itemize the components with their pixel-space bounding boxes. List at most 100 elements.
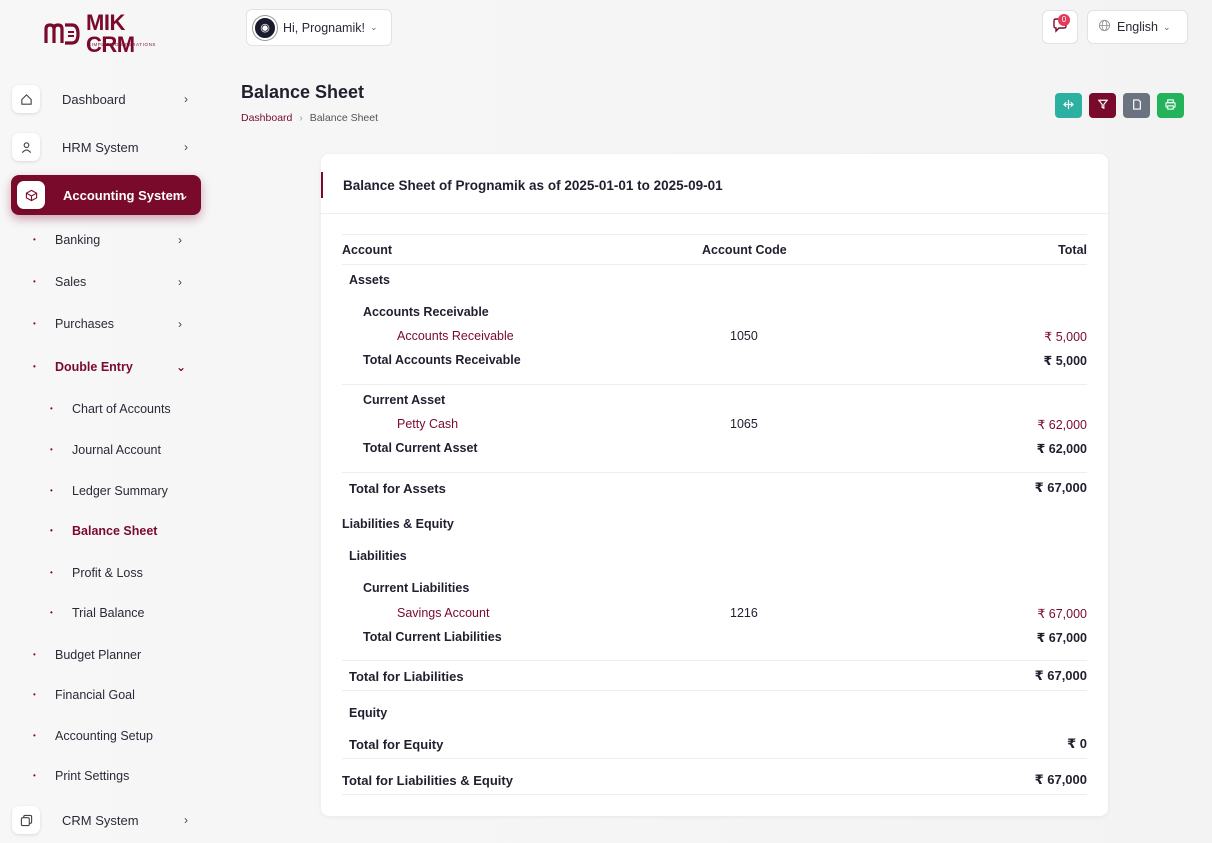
bullet-icon: • xyxy=(50,445,53,454)
sidebar-item-accounting-setup[interactable]: • Accounting Setup xyxy=(33,729,153,743)
sidebar-item-banking[interactable]: • Banking › xyxy=(33,233,193,247)
bullet-icon: • xyxy=(50,608,53,617)
balance-sheet-card: Balance Sheet of Prognamik as of 2025-01… xyxy=(321,154,1108,816)
group-row: Current Asset xyxy=(342,388,1087,412)
filter-button[interactable] xyxy=(1089,93,1116,118)
account-total: ₹ 67,000 xyxy=(1037,606,1087,621)
group-row: Current Liabilities xyxy=(342,576,1087,600)
chevron-right-icon: › xyxy=(178,275,182,289)
avatar: ◉ xyxy=(253,15,277,40)
sidebar-item-ledger-summary[interactable]: • Ledger Summary xyxy=(50,484,168,498)
bullet-icon: • xyxy=(33,362,36,371)
sidebar-item-crm[interactable]: CRM System › xyxy=(12,802,202,838)
accent-bar xyxy=(321,172,323,198)
print-button[interactable] xyxy=(1157,93,1184,118)
sidebar-item-dashboard[interactable]: Dashboard › xyxy=(12,81,202,117)
row-label: Current Liabilities xyxy=(363,581,470,595)
account-total: ₹ 5,000 xyxy=(1044,329,1087,344)
language-selector[interactable]: English ⌄ xyxy=(1087,10,1188,44)
table-row[interactable]: Savings Account 1216 ₹ 67,000 xyxy=(342,601,1087,625)
account-link[interactable]: Petty Cash xyxy=(397,417,458,431)
row-total: ₹ 62,000 xyxy=(1036,441,1087,456)
breadcrumb-current: Balance Sheet xyxy=(309,112,379,124)
bullet-icon: • xyxy=(50,526,53,535)
row-label: Accounts Receivable xyxy=(363,305,489,319)
bullet-icon: • xyxy=(33,319,36,328)
section-row: Liabilities & Equity xyxy=(342,512,1087,536)
sidebar-item-journal-account[interactable]: • Journal Account xyxy=(50,443,161,457)
sidebar: MIK CRM SIMPLIFIED OPERATIONS SIMPLIFIED… xyxy=(0,0,214,843)
subtotal-row: Total Accounts Receivable ₹ 5,000 xyxy=(342,348,1087,372)
sidebar-item-purchases[interactable]: • Purchases › xyxy=(33,317,193,331)
bullet-icon: • xyxy=(33,690,36,699)
total-row: Total for Assets ₹ 67,000 xyxy=(342,476,1087,500)
sidebar-item-profit-loss[interactable]: • Profit & Loss xyxy=(50,566,143,580)
sidebar-item-financial-goal[interactable]: • Financial Goal xyxy=(33,688,135,702)
sidebar-item-hrm[interactable]: HRM System › xyxy=(12,129,202,165)
row-total: ₹ 67,000 xyxy=(1034,480,1087,495)
sidebar-item-label: Chart of Accounts xyxy=(72,402,171,416)
sidebar-item-double-entry[interactable]: • Double Entry ⌄ xyxy=(33,360,193,374)
row-total: ₹ 67,000 xyxy=(1036,630,1087,645)
sidebar-item-label: Profit & Loss xyxy=(72,566,143,580)
section-row: Liabilities xyxy=(342,544,1087,568)
bullet-icon: • xyxy=(33,731,36,740)
notifications-button[interactable]: 0 xyxy=(1042,10,1078,44)
file-icon xyxy=(1132,98,1142,113)
breadcrumb-dashboard[interactable]: Dashboard xyxy=(241,112,292,124)
sidebar-item-label: Print Settings xyxy=(55,769,130,783)
language-label: English xyxy=(1117,20,1158,34)
row-total: ₹ 0 xyxy=(1067,736,1087,751)
sidebar-item-label: Budget Planner xyxy=(55,648,142,662)
page-title: Balance Sheet xyxy=(241,82,365,102)
sidebar-item-budget-planner[interactable]: • Budget Planner xyxy=(33,648,141,662)
sidebar-item-label: Ledger Summary xyxy=(72,484,168,498)
bullet-icon: • xyxy=(33,650,36,659)
chevron-down-icon: ⌄ xyxy=(1163,21,1171,32)
globe-icon xyxy=(1098,19,1111,35)
bullet-icon: • xyxy=(50,486,53,495)
user-greeting: Hi, Prognamik! xyxy=(283,20,365,35)
row-label: Total Current Asset xyxy=(363,441,478,455)
row-label: Total for Assets xyxy=(349,480,446,496)
sidebar-item-balance-sheet[interactable]: • Balance Sheet xyxy=(50,524,157,538)
sidebar-item-accounting[interactable]: Accounting System ⌄ xyxy=(11,175,201,215)
user-menu[interactable]: ◉ Hi, Prognamik! ⌄ xyxy=(246,9,392,46)
chevron-down-icon: ⌄ xyxy=(178,188,189,202)
sidebar-item-sales[interactable]: • Sales › xyxy=(33,275,193,289)
sidebar-item-label: HRM System xyxy=(62,139,139,155)
sidebar-item-label: Accounting System xyxy=(63,187,185,203)
bullet-icon: • xyxy=(50,568,53,577)
column-header-total: Total xyxy=(1058,243,1087,257)
sidebar-item-chart-of-accounts[interactable]: • Chart of Accounts xyxy=(50,402,171,416)
action-toolbar xyxy=(1055,93,1184,118)
breadcrumb: Dashboard › Balance Sheet xyxy=(241,112,378,124)
download-button[interactable] xyxy=(1123,93,1150,118)
bullet-icon: • xyxy=(33,771,36,780)
total-row: Total for Equity ₹ 0 xyxy=(342,732,1087,756)
chevron-right-icon: › xyxy=(178,233,182,247)
chevron-down-icon: ⌄ xyxy=(176,360,187,374)
account-link[interactable]: Savings Account xyxy=(397,606,489,620)
row-label: Equity xyxy=(349,706,388,720)
bullet-icon: • xyxy=(50,404,53,413)
sidebar-item-print-settings[interactable]: • Print Settings xyxy=(33,769,129,783)
export-icon xyxy=(1063,99,1074,113)
chevron-right-icon: › xyxy=(178,317,182,331)
report-heading: Balance Sheet of Prognamik as of 2025-01… xyxy=(343,177,723,193)
row-label: Liabilities xyxy=(349,549,407,563)
account-code: 1050 xyxy=(730,329,758,343)
table-row[interactable]: Petty Cash 1065 ₹ 62,000 xyxy=(342,412,1087,436)
account-link[interactable]: Accounts Receivable xyxy=(397,329,514,343)
divider xyxy=(342,660,1087,661)
column-header-code: Account Code xyxy=(702,243,787,257)
row-label: Total Accounts Receivable xyxy=(363,353,521,367)
sidebar-item-label: Sales xyxy=(55,275,87,289)
sidebar-item-trial-balance[interactable]: • Trial Balance xyxy=(50,606,145,620)
row-label: Assets xyxy=(349,273,390,287)
copy-icon xyxy=(12,806,40,834)
table-row[interactable]: Accounts Receivable 1050 ₹ 5,000 xyxy=(342,324,1087,348)
subtotal-row: Total Current Asset ₹ 62,000 xyxy=(342,436,1087,460)
export-button[interactable] xyxy=(1055,93,1082,118)
table-header: Account Account Code Total xyxy=(342,238,1087,262)
